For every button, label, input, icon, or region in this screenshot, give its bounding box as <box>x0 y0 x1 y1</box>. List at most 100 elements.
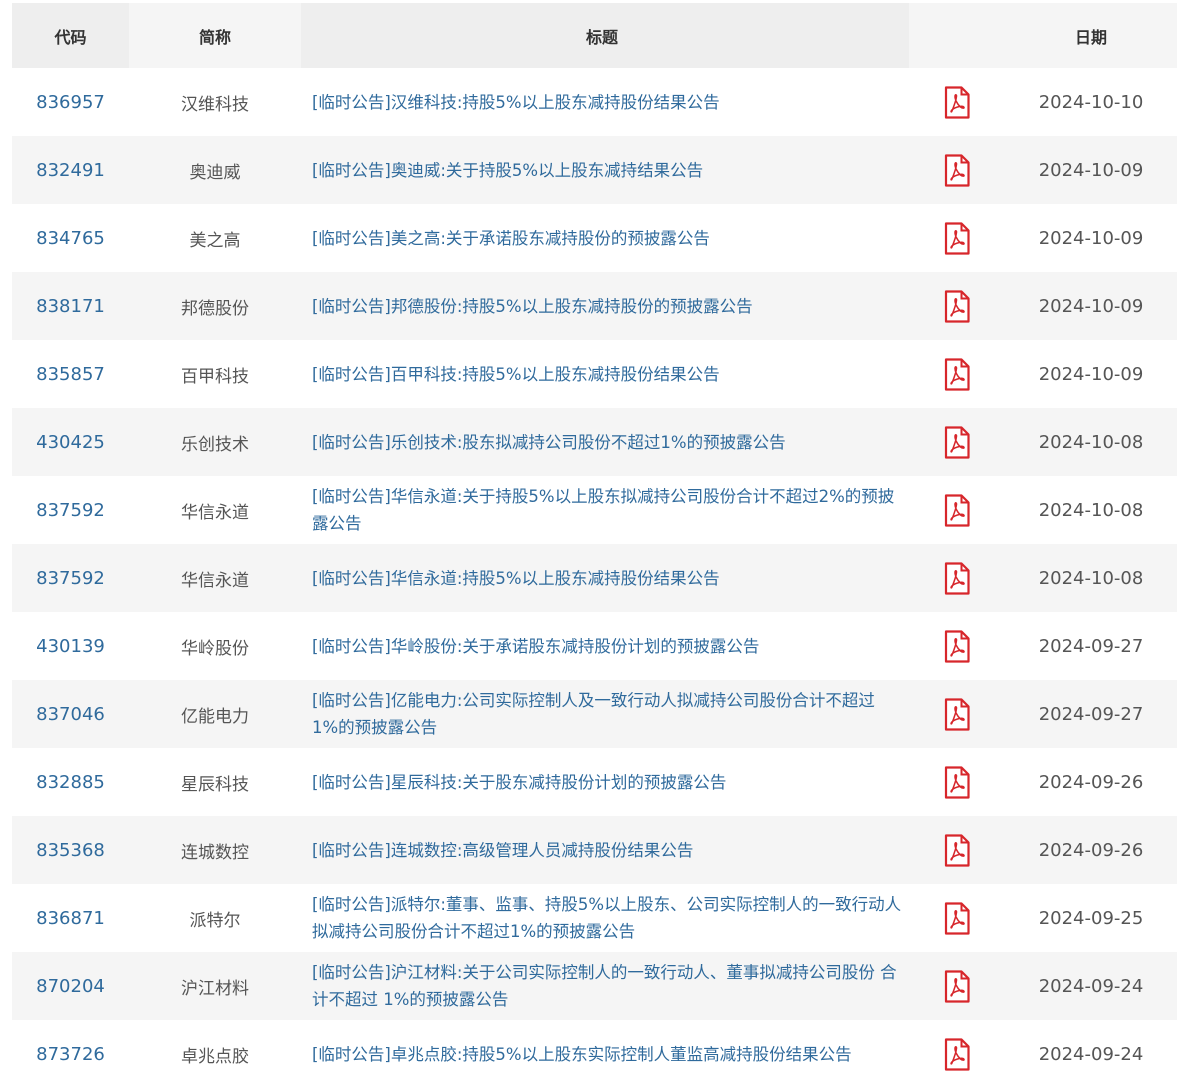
stock-code-link[interactable]: 832885 <box>36 772 105 793</box>
table-header: 代码 简称 标题 日期 <box>12 3 1177 68</box>
title-cell: [临时公告]华信永道:关于持股5%以上股东拟减持公司股份合计不超过2%的预披露公… <box>301 476 909 544</box>
stock-code-link[interactable]: 837046 <box>36 704 105 725</box>
table-row: 837046 亿能电力 [临时公告]亿能电力:公司实际控制人及一致行动人拟减持公… <box>12 680 1177 748</box>
code-cell: 835368 <box>12 816 129 884</box>
stock-code-link[interactable]: 430425 <box>36 432 105 453</box>
pdf-file-icon[interactable] <box>944 561 970 595</box>
stock-code-link[interactable]: 832491 <box>36 160 105 181</box>
stock-code-link[interactable]: 836957 <box>36 92 105 113</box>
date-cell: 2024-10-08 <box>1005 408 1177 476</box>
announcement-title-link[interactable]: [临时公告]奥迪威:关于持股5%以上股东减持结果公告 <box>312 157 703 184</box>
code-cell: 834765 <box>12 204 129 272</box>
table-row: 870204 沪江材料 [临时公告]沪江材料:关于公司实际控制人的一致行动人、董… <box>12 952 1177 1020</box>
announcement-title-link[interactable]: [临时公告]汉维科技:持股5%以上股东减持股份结果公告 <box>312 89 720 116</box>
pdf-file-icon[interactable] <box>944 833 970 867</box>
announcement-title-link[interactable]: [临时公告]乐创技术:股东拟减持公司股份不超过1%的预披露公告 <box>312 429 786 456</box>
pdf-file-icon[interactable] <box>944 765 970 799</box>
stock-code-link[interactable]: 837592 <box>36 568 105 589</box>
pdf-file-icon[interactable] <box>944 1037 970 1071</box>
title-cell: [临时公告]卓兆点胶:持股5%以上股东实际控制人董监高减持股份结果公告 <box>301 1020 909 1088</box>
table-row: 837592 华信永道 [临时公告]华信永道:关于持股5%以上股东拟减持公司股份… <box>12 476 1177 544</box>
stock-code-link[interactable]: 835857 <box>36 364 105 385</box>
date-cell: 2024-10-10 <box>1005 68 1177 136</box>
pdf-file-icon[interactable] <box>944 425 970 459</box>
header-pdf <box>909 3 1005 68</box>
name-cell: 华信永道 <box>129 476 301 544</box>
announcement-title-link[interactable]: [临时公告]连城数控:高级管理人员减持股份结果公告 <box>312 837 693 864</box>
table-row: 835368 连城数控 [临时公告]连城数控:高级管理人员减持股份结果公告 20… <box>12 816 1177 884</box>
title-cell: [临时公告]星辰科技:关于股东减持股份计划的预披露公告 <box>301 748 909 816</box>
table-row: 832491 奥迪威 [临时公告]奥迪威:关于持股5%以上股东减持结果公告 20… <box>12 136 1177 204</box>
announcement-title-link[interactable]: [临时公告]美之高:关于承诺股东减持股份的预披露公告 <box>312 225 710 252</box>
announcement-date: 2024-09-27 <box>1038 703 1144 725</box>
date-cell: 2024-09-24 <box>1005 1020 1177 1088</box>
code-cell: 837592 <box>12 476 129 544</box>
stock-code-link[interactable]: 835368 <box>36 840 105 861</box>
code-cell: 430425 <box>12 408 129 476</box>
announcement-title-link[interactable]: [临时公告]百甲科技:持股5%以上股东减持股份结果公告 <box>312 361 720 388</box>
code-cell: 837046 <box>12 680 129 748</box>
stock-code-link[interactable]: 834765 <box>36 228 105 249</box>
stock-name: 乐创技术 <box>181 434 249 455</box>
stock-code-link[interactable]: 838171 <box>36 296 105 317</box>
announcement-title-link[interactable]: [临时公告]卓兆点胶:持股5%以上股东实际控制人董监高减持股份结果公告 <box>312 1041 852 1068</box>
announcement-date: 2024-10-10 <box>1038 91 1144 113</box>
table-row: 834765 美之高 [临时公告]美之高:关于承诺股东减持股份的预披露公告 20… <box>12 204 1177 272</box>
announcement-title-link[interactable]: [临时公告]华信永道:关于持股5%以上股东拟减持公司股份合计不超过2%的预披露公… <box>312 483 903 537</box>
pdf-cell <box>909 204 1005 272</box>
name-cell: 汉维科技 <box>129 68 301 136</box>
pdf-file-icon[interactable] <box>944 969 970 1003</box>
stock-code-link[interactable]: 837592 <box>36 500 105 521</box>
code-cell: 870204 <box>12 952 129 1020</box>
stock-name: 汉维科技 <box>181 94 249 115</box>
header-date: 日期 <box>1074 27 1107 47</box>
table-row: 430139 华岭股份 [临时公告]华岭股份:关于承诺股东减持股份计划的预披露公… <box>12 612 1177 680</box>
pdf-cell <box>909 952 1005 1020</box>
stock-code-link[interactable]: 836871 <box>36 908 105 929</box>
pdf-file-icon[interactable] <box>944 493 970 527</box>
announcement-title-link[interactable]: [临时公告]派特尔:董事、监事、持股5%以上股东、公司实际控制人的一致行动人拟减… <box>312 891 903 945</box>
announcement-date: 2024-10-09 <box>1038 295 1144 317</box>
stock-name: 百甲科技 <box>181 366 249 387</box>
pdf-cell <box>909 340 1005 408</box>
pdf-file-icon[interactable] <box>944 289 970 323</box>
code-cell: 836871 <box>12 884 129 952</box>
stock-code-link[interactable]: 430139 <box>36 636 105 657</box>
pdf-file-icon[interactable] <box>944 697 970 731</box>
pdf-cell <box>909 816 1005 884</box>
stock-name: 卓兆点胶 <box>181 1046 249 1067</box>
table-row: 873726 卓兆点胶 [临时公告]卓兆点胶:持股5%以上股东实际控制人董监高减… <box>12 1020 1177 1088</box>
code-cell: 832885 <box>12 748 129 816</box>
announcement-title-link[interactable]: [临时公告]沪江材料:关于公司实际控制人的一致行动人、董事拟减持公司股份 合计不… <box>312 959 903 1013</box>
pdf-file-icon[interactable] <box>944 629 970 663</box>
announcement-title-link[interactable]: [临时公告]邦德股份:持股5%以上股东减持股份的预披露公告 <box>312 293 753 320</box>
pdf-file-icon[interactable] <box>944 153 970 187</box>
title-cell: [临时公告]沪江材料:关于公司实际控制人的一致行动人、董事拟减持公司股份 合计不… <box>301 952 909 1020</box>
pdf-file-icon[interactable] <box>944 357 970 391</box>
stock-name: 华信永道 <box>181 502 249 523</box>
stock-name: 华信永道 <box>181 570 249 591</box>
date-cell: 2024-09-27 <box>1005 680 1177 748</box>
announcement-title-link[interactable]: [临时公告]华岭股份:关于承诺股东减持股份计划的预披露公告 <box>312 633 759 660</box>
announcement-title-link[interactable]: [临时公告]华信永道:持股5%以上股东减持股份结果公告 <box>312 565 720 592</box>
stock-code-link[interactable]: 870204 <box>36 976 105 997</box>
header-code: 代码 <box>12 3 129 68</box>
title-cell: [临时公告]华岭股份:关于承诺股东减持股份计划的预披露公告 <box>301 612 909 680</box>
code-cell: 832491 <box>12 136 129 204</box>
announcement-title-link[interactable]: [临时公告]星辰科技:关于股东减持股份计划的预披露公告 <box>312 769 726 796</box>
pdf-file-icon[interactable] <box>944 901 970 935</box>
announcement-table: 代码 简称 标题 日期 836957 汉维科技 [临时公告]汉维科技:持股5%以… <box>12 3 1177 1088</box>
title-cell: [临时公告]连城数控:高级管理人员减持股份结果公告 <box>301 816 909 884</box>
title-cell: [临时公告]邦德股份:持股5%以上股东减持股份的预披露公告 <box>301 272 909 340</box>
table-row: 835857 百甲科技 [临时公告]百甲科技:持股5%以上股东减持股份结果公告 … <box>12 340 1177 408</box>
pdf-file-icon[interactable] <box>944 85 970 119</box>
pdf-cell <box>909 680 1005 748</box>
pdf-file-icon[interactable] <box>944 221 970 255</box>
date-cell: 2024-09-24 <box>1005 952 1177 1020</box>
date-cell: 2024-10-09 <box>1005 204 1177 272</box>
title-cell: [临时公告]汉维科技:持股5%以上股东减持股份结果公告 <box>301 68 909 136</box>
stock-code-link[interactable]: 873726 <box>36 1044 105 1065</box>
date-cell: 2024-10-08 <box>1005 476 1177 544</box>
name-cell: 邦德股份 <box>129 272 301 340</box>
announcement-title-link[interactable]: [临时公告]亿能电力:公司实际控制人及一致行动人拟减持公司股份合计不超过 1%的… <box>312 687 903 741</box>
